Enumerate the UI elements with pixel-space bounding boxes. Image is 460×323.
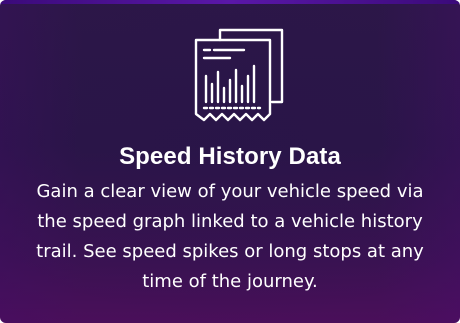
- report-document-chart-icon: [194, 28, 284, 122]
- feature-description: Gain a clear view of your vehicle speed …: [36, 181, 424, 292]
- feature-card: Speed History Data Gain a clear view of …: [0, 0, 460, 323]
- feature-title: Speed History Data: [119, 143, 341, 170]
